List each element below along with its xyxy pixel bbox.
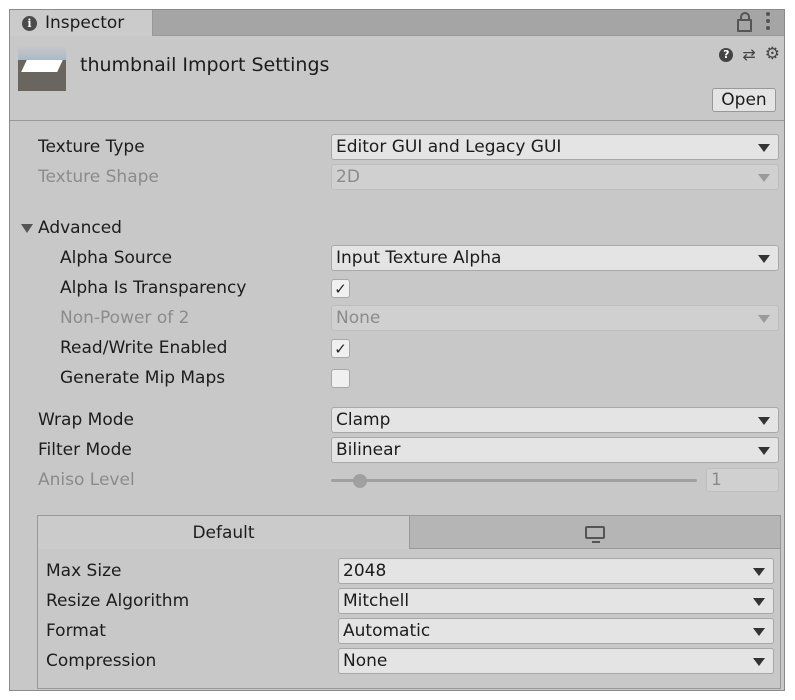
max-size-label: Max Size — [46, 561, 122, 581]
wrap-mode-value: Clamp — [336, 410, 391, 430]
alpha-source-value: Input Texture Alpha — [336, 248, 502, 268]
alpha-transparency-label: Alpha Is Transparency — [60, 278, 247, 298]
resize-algorithm-dropdown[interactable]: Mitchell — [338, 588, 774, 614]
texture-shape-value: 2D — [336, 167, 360, 187]
texture-shape-dropdown: 2D — [331, 164, 779, 190]
chevron-down-icon — [758, 144, 770, 152]
check-icon: ✓ — [334, 339, 347, 358]
platform-settings-panel: Default Max Size 2048 Resize Algorithm M… — [37, 515, 781, 689]
chevron-down-icon — [753, 658, 765, 666]
advanced-foldout[interactable]: Advanced — [38, 218, 122, 238]
tab-inspector-label: Inspector — [45, 13, 125, 33]
filter-mode-dropdown[interactable]: Bilinear — [331, 437, 779, 463]
read-write-checkbox[interactable]: ✓ — [331, 339, 350, 358]
preset-sliders-icon[interactable]: ⇄ — [742, 46, 755, 63]
chevron-down-icon — [758, 255, 770, 263]
foldout-triangle-icon[interactable] — [21, 224, 33, 233]
max-size-dropdown[interactable]: 2048 — [338, 558, 774, 584]
import-settings-header: thumbnail Import Settings ? ⇄ ⚙ Open — [10, 36, 784, 121]
alpha-transparency-checkbox[interactable]: ✓ — [331, 279, 350, 298]
compression-value: None — [343, 651, 388, 671]
gear-icon[interactable]: ⚙ — [765, 46, 780, 63]
format-value: Automatic — [343, 621, 431, 641]
check-icon: ✓ — [334, 279, 347, 298]
alpha-source-dropdown[interactable]: Input Texture Alpha — [331, 245, 779, 271]
open-button[interactable]: Open — [712, 88, 776, 112]
aniso-level-label: Aniso Level — [38, 470, 135, 490]
mipmaps-checkbox[interactable] — [331, 369, 350, 388]
wrap-mode-dropdown[interactable]: Clamp — [331, 407, 779, 433]
page-title: thumbnail Import Settings — [80, 54, 330, 76]
texture-type-label: Texture Type — [38, 137, 145, 157]
chevron-down-icon — [753, 628, 765, 636]
filter-mode-label: Filter Mode — [38, 440, 132, 460]
monitor-icon — [585, 525, 605, 543]
format-dropdown[interactable]: Automatic — [338, 618, 774, 644]
chevron-down-icon — [758, 174, 770, 182]
aniso-slider-knob — [353, 474, 367, 488]
aniso-level-field: 1 — [706, 468, 779, 492]
inspector-window: i Inspector thumbnail Import Settings ? … — [9, 9, 785, 691]
mipmaps-label: Generate Mip Maps — [60, 368, 226, 388]
filter-mode-value: Bilinear — [336, 440, 401, 460]
chevron-down-icon — [758, 315, 770, 323]
resize-algorithm-label: Resize Algorithm — [46, 591, 190, 611]
npot-value: None — [336, 308, 381, 328]
read-write-label: Read/Write Enabled — [60, 338, 228, 358]
chevron-down-icon — [753, 598, 765, 606]
wrap-mode-label: Wrap Mode — [38, 410, 134, 430]
kebab-menu-icon[interactable] — [766, 12, 770, 30]
texture-type-value: Editor GUI and Legacy GUI — [336, 137, 562, 157]
texture-type-dropdown[interactable]: Editor GUI and Legacy GUI — [331, 134, 779, 160]
chevron-down-icon — [758, 417, 770, 425]
compression-dropdown[interactable]: None — [338, 648, 774, 674]
texture-shape-label: Texture Shape — [38, 167, 159, 187]
npot-label: Non-Power of 2 — [60, 308, 190, 328]
tab-default[interactable]: Default — [38, 516, 410, 549]
info-icon: i — [22, 15, 37, 31]
aniso-slider-track — [331, 479, 697, 482]
tab-tools — [737, 11, 770, 32]
chevron-down-icon — [753, 568, 765, 576]
max-size-value: 2048 — [343, 561, 387, 581]
tab-inspector[interactable]: i Inspector — [10, 10, 153, 36]
lock-icon[interactable] — [737, 11, 752, 32]
npot-dropdown: None — [331, 305, 779, 331]
alpha-source-label: Alpha Source — [60, 248, 173, 268]
tab-standalone[interactable] — [410, 516, 780, 549]
format-label: Format — [46, 621, 106, 641]
help-icon[interactable]: ? — [719, 47, 734, 62]
compression-label: Compression — [46, 651, 157, 671]
chevron-down-icon — [758, 447, 770, 455]
texture-thumbnail — [18, 46, 66, 91]
resize-algorithm-value: Mitchell — [343, 591, 410, 611]
header-icons: ? ⇄ ⚙ — [719, 46, 780, 63]
tab-bar: i Inspector — [10, 10, 784, 36]
